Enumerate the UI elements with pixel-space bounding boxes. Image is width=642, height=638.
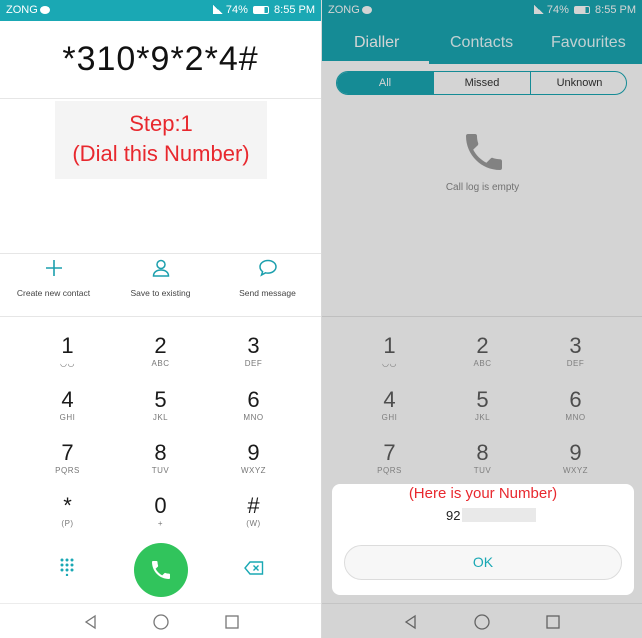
annotation-step: Step:1 [129,111,193,136]
plus-icon [0,258,107,284]
send-message-button[interactable]: Send message [214,258,321,298]
key-8[interactable]: 8 TUV [107,441,214,495]
create-new-contact-button[interactable]: Create new contact [0,258,107,298]
action-label: Send message [239,288,296,298]
ok-button[interactable]: OK [344,545,622,580]
battery-percent: 74% [225,4,248,16]
home-nav-icon[interactable] [152,613,170,631]
dialer-screen-right: ZONG 74% 8:55 PM Dialler Contacts Favour… [321,0,642,638]
dialer-actions: Create new contact Save to existing Send… [0,258,321,314]
divider [0,253,321,254]
call-button[interactable] [134,543,188,597]
recents-nav-icon[interactable] [223,613,241,631]
dialer-screen-left: ZONG 74% 8:55 PM *310*9*2*4# Step:1 (Dia… [0,0,321,638]
status-right: 74% 8:55 PM [212,4,315,16]
key-2[interactable]: 2 ABC [107,334,214,388]
action-label: Create new contact [16,288,91,298]
voicemail-icon: ◡◡ [60,359,75,368]
save-to-existing-button[interactable]: Save to existing [107,258,214,298]
dialed-number-display[interactable]: *310*9*2*4# [0,40,321,79]
key-7[interactable]: 7 PQRS [14,441,121,495]
phone-number-result: 92 [446,508,537,523]
key-3[interactable]: 3 DEF [200,334,307,388]
redacted-number [462,508,537,522]
key-star[interactable]: * (P) [14,494,121,548]
phone-icon [152,561,170,579]
step-annotation: Step:1 (Dial this Number) [55,101,267,179]
back-nav-icon[interactable] [82,613,100,631]
annotation-instruction: (Dial this Number) [72,141,250,166]
key-5[interactable]: 5 JKL [107,388,214,442]
key-1[interactable]: 1 ◡◡ [14,334,121,388]
carrier-label: ZONG [6,4,50,16]
ussd-result-dialog: (Here is your Number) 92 OK [332,484,634,595]
navigation-bar [0,603,321,638]
key-6[interactable]: 6 MNO [200,388,307,442]
status-bar: ZONG 74% 8:55 PM [0,0,321,21]
key-hash[interactable]: # (W) [200,494,307,548]
key-0[interactable]: 0 + [107,494,214,548]
clock: 8:55 PM [274,4,315,16]
message-bubble-icon [214,258,321,284]
person-icon [107,258,214,284]
divider [0,316,321,317]
number-prefix: 92 [446,508,461,523]
battery-icon [252,6,269,14]
dialpad-toggle-icon[interactable] [54,558,80,584]
backspace-icon[interactable] [244,561,264,575]
signal-icon [212,5,223,14]
action-label: Save to existing [130,288,191,298]
message-notification-icon [39,6,50,14]
key-9[interactable]: 9 WXYZ [200,441,307,495]
key-4[interactable]: 4 GHI [14,388,121,442]
dialog-annotation: (Here is your Number) [408,485,558,502]
divider [0,98,321,99]
dialer-bottom-row [0,541,321,599]
